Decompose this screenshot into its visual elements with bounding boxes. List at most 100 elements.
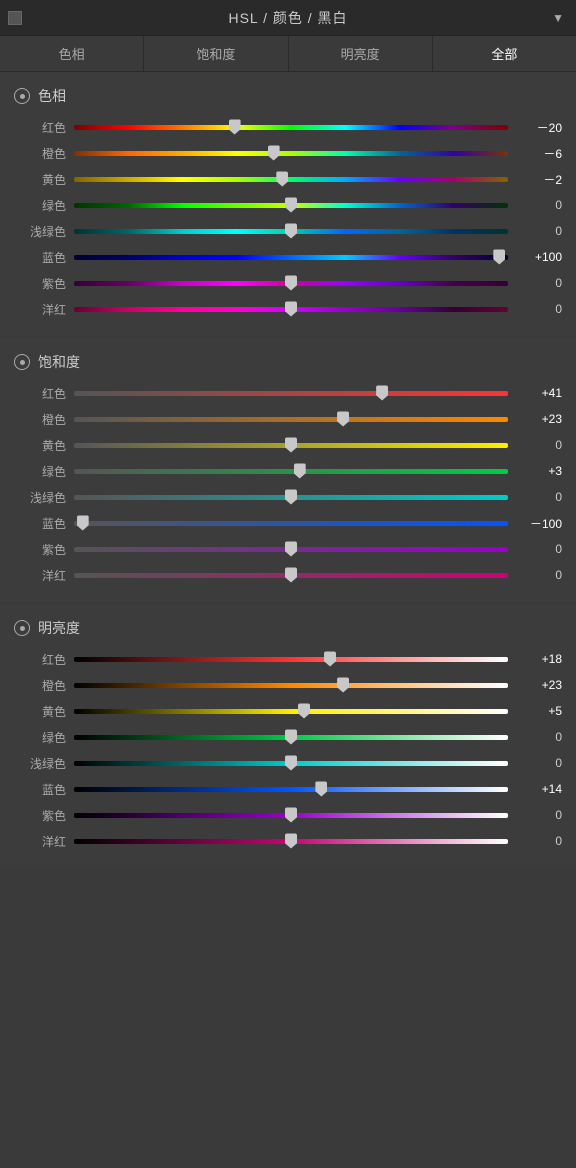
slider-track-wrap-hue-0[interactable] [74,120,508,134]
slider-thumb-hue-0[interactable] [229,120,241,135]
slider-value-hue-4: 0 [514,224,562,238]
slider-thumb-luminance-5[interactable] [315,782,327,797]
slider-thumb-saturation-0[interactable] [376,386,388,401]
slider-label-luminance-1: 橙色 [14,677,66,694]
slider-track-wrap-luminance-1[interactable] [74,678,508,692]
slider-value-saturation-6: 0 [514,542,562,556]
slider-track-luminance-1 [74,683,508,688]
slider-value-hue-7: 0 [514,302,562,316]
title-bar-text: HSL / 颜色 / 黑白 [228,8,347,28]
slider-label-luminance-4: 浅绿色 [14,755,66,772]
section-target-icon-saturation[interactable] [14,354,30,370]
slider-track-wrap-luminance-6[interactable] [74,808,508,822]
slider-row-saturation-5: 蓝色－100 [0,510,576,536]
section-title-saturation: 饱和度 [38,352,80,372]
slider-row-luminance-1: 橙色+23 [0,672,576,698]
slider-track-wrap-luminance-3[interactable] [74,730,508,744]
window-icon [8,11,22,25]
slider-value-saturation-4: 0 [514,490,562,504]
slider-track-wrap-saturation-2[interactable] [74,438,508,452]
slider-track-wrap-saturation-0[interactable] [74,386,508,400]
slider-track-wrap-hue-2[interactable] [74,172,508,186]
slider-thumb-hue-4[interactable] [285,224,297,239]
section-title-luminance: 明亮度 [38,618,80,638]
slider-track-saturation-0 [74,391,508,396]
slider-track-wrap-saturation-4[interactable] [74,490,508,504]
slider-label-saturation-0: 红色 [14,385,66,402]
slider-track-saturation-6 [74,547,508,552]
slider-track-saturation-5 [74,521,508,526]
tab-luminance[interactable]: 明亮度 [289,36,433,71]
slider-thumb-saturation-5[interactable] [77,516,89,531]
slider-label-saturation-2: 黄色 [14,437,66,454]
slider-row-hue-5: 蓝色 +100 [0,244,576,270]
slider-row-hue-0: 红色－20 [0,114,576,140]
slider-value-saturation-3: +3 [514,464,562,478]
title-bar: HSL / 颜色 / 黑白 ▼ [0,0,576,36]
slider-thumb-hue-3[interactable] [285,198,297,213]
slider-track-wrap-luminance-7[interactable] [74,834,508,848]
slider-thumb-hue-2[interactable] [276,172,288,187]
slider-track-hue-3 [74,203,508,208]
slider-thumb-hue-7[interactable] [285,302,297,317]
slider-track-wrap-hue-7[interactable] [74,302,508,316]
tab-all[interactable]: 全部 [433,36,576,71]
slider-track-wrap-luminance-4[interactable] [74,756,508,770]
slider-thumb-hue-1[interactable] [268,146,280,161]
slider-thumb-saturation-7[interactable] [285,568,297,583]
slider-track-wrap-hue-4[interactable] [74,224,508,238]
slider-value-luminance-6: 0 [514,808,562,822]
slider-thumb-luminance-7[interactable] [285,834,297,849]
slider-track-wrap-saturation-7[interactable] [74,568,508,582]
slider-row-luminance-5: 蓝色+14 [0,776,576,802]
slider-track-hue-1 [74,151,508,156]
slider-thumb-luminance-0[interactable] [324,652,336,667]
slider-thumb-saturation-2[interactable] [285,438,297,453]
slider-track-hue-4 [74,229,508,234]
slider-row-luminance-3: 绿色0 [0,724,576,750]
slider-label-luminance-3: 绿色 [14,729,66,746]
slider-track-luminance-5 [74,787,508,792]
slider-track-wrap-saturation-5[interactable] [74,516,508,530]
slider-thumb-saturation-3[interactable] [294,464,306,479]
slider-track-wrap-luminance-5[interactable] [74,782,508,796]
slider-thumb-saturation-4[interactable] [285,490,297,505]
section-target-icon-luminance[interactable] [14,620,30,636]
slider-row-saturation-7: 洋红0 [0,562,576,588]
slider-track-wrap-luminance-0[interactable] [74,652,508,666]
slider-track-wrap-saturation-6[interactable] [74,542,508,556]
slider-track-wrap-hue-6[interactable] [74,276,508,290]
slider-track-luminance-0 [74,657,508,662]
slider-track-wrap-hue-5[interactable] [74,250,508,264]
slider-track-wrap-hue-1[interactable] [74,146,508,160]
slider-value-hue-5: +100 [514,250,562,264]
slider-label-hue-7: 洋红 [14,301,66,318]
dropdown-arrow-icon[interactable]: ▼ [552,11,564,25]
tab-saturation[interactable]: 饱和度 [144,36,288,71]
slider-track-saturation-2 [74,443,508,448]
tab-hue[interactable]: 色相 [0,36,144,71]
slider-track-luminance-7 [74,839,508,844]
section-target-icon-hue[interactable] [14,88,30,104]
slider-thumb-luminance-4[interactable] [285,756,297,771]
slider-thumb-hue-5[interactable] [493,250,505,265]
slider-track-luminance-4 [74,761,508,766]
slider-label-hue-2: 黄色 [14,171,66,188]
slider-thumb-luminance-2[interactable] [298,704,310,719]
slider-track-hue-7 [74,307,508,312]
slider-thumb-luminance-3[interactable] [285,730,297,745]
slider-label-saturation-1: 橙色 [14,411,66,428]
slider-track-saturation-4 [74,495,508,500]
slider-track-wrap-luminance-2[interactable] [74,704,508,718]
slider-row-hue-4: 浅绿色0 [0,218,576,244]
slider-thumb-luminance-1[interactable] [337,678,349,693]
slider-thumb-luminance-6[interactable] [285,808,297,823]
slider-thumb-saturation-6[interactable] [285,542,297,557]
slider-track-wrap-saturation-3[interactable] [74,464,508,478]
slider-track-wrap-hue-3[interactable] [74,198,508,212]
slider-thumb-hue-6[interactable] [285,276,297,291]
slider-thumb-saturation-1[interactable] [337,412,349,427]
slider-track-wrap-saturation-1[interactable] [74,412,508,426]
slider-label-hue-5: 蓝色 [14,249,66,266]
slider-label-luminance-7: 洋红 [14,833,66,850]
